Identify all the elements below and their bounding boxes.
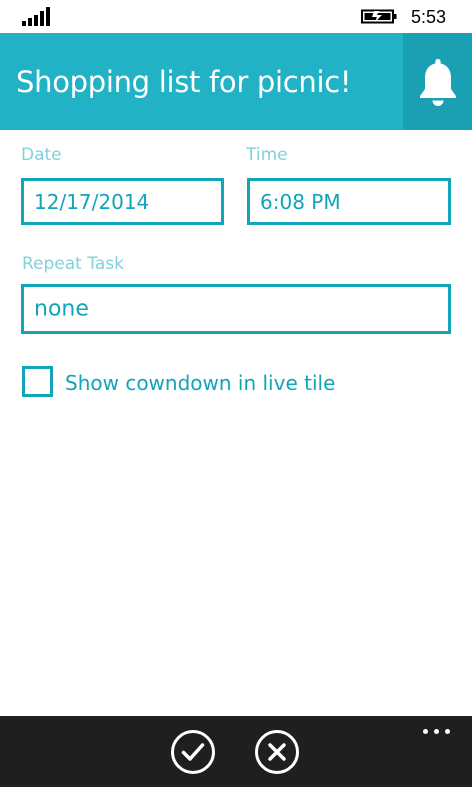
repeat-task-label: Repeat Task <box>22 254 124 274</box>
repeat-task-value: none <box>34 296 89 322</box>
repeat-task-select[interactable]: none <box>21 284 451 334</box>
close-circle-icon[interactable] <box>254 729 300 775</box>
countdown-checkbox[interactable] <box>22 366 53 397</box>
battery-charging-icon <box>361 9 397 24</box>
date-value: 12/17/2014 <box>34 189 150 214</box>
signal-strength-icon <box>22 7 54 26</box>
time-value: 6:08 PM <box>260 189 341 214</box>
countdown-checkbox-label[interactable]: Show cowndown in live tile <box>65 370 335 396</box>
status-bar: 5:53 <box>0 0 472 33</box>
app-bar <box>0 716 472 787</box>
page-header: Shopping list for picnic! <box>0 33 472 130</box>
alarm-button[interactable] <box>403 33 472 130</box>
status-clock: 5:53 <box>411 7 447 27</box>
page-title: Shopping list for picnic! <box>16 65 352 99</box>
bell-icon <box>419 58 456 106</box>
date-field[interactable]: 12/17/2014 <box>21 178 224 225</box>
date-label: Date <box>21 145 62 165</box>
check-circle-icon[interactable] <box>170 729 216 775</box>
time-label: Time <box>246 145 288 165</box>
ellipsis-icon[interactable] <box>420 720 454 740</box>
time-field[interactable]: 6:08 PM <box>247 178 451 225</box>
